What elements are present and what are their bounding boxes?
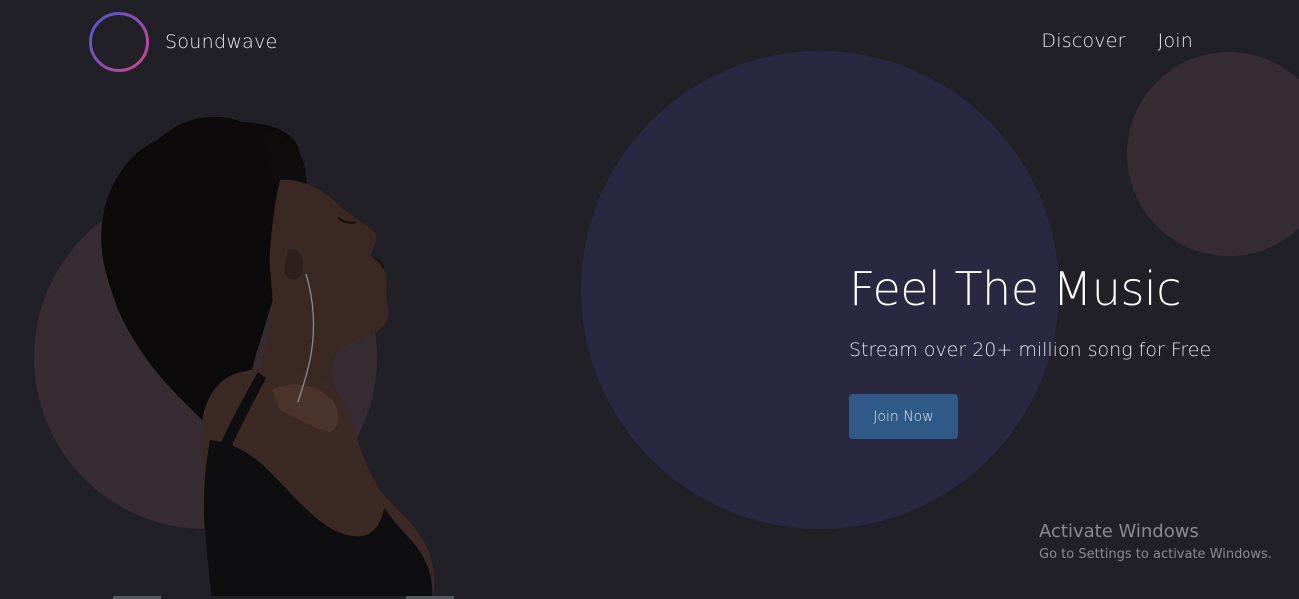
hero-subtitle: Stream over 20+ million song for Free [849, 339, 1212, 361]
hero-portrait-illustration [101, 116, 435, 599]
hero-section: Feel The Music Stream over 20+ million s… [849, 262, 1269, 439]
windows-activation-watermark: Activate Windows Go to Settings to activ… [1039, 520, 1272, 565]
soundwave-logo-icon [89, 12, 149, 72]
watermark-title: Activate Windows [1039, 521, 1199, 542]
brand-home-link[interactable]: Soundwave [88, 11, 278, 73]
site-header: Soundwave Discover Join [0, 0, 1299, 86]
brand-name: Soundwave [165, 31, 278, 53]
nav-link-join[interactable]: Join [1158, 30, 1193, 52]
landing-page: Soundwave Discover Join Feel The Music S… [0, 0, 1299, 599]
watermark-subtitle: Go to Settings to activate Windows. [1039, 547, 1272, 562]
hero-title: Feel The Music [849, 262, 1182, 316]
nav-link-discover[interactable]: Discover [1041, 30, 1125, 52]
main-nav: Discover Join [1041, 30, 1193, 52]
join-now-button[interactable]: Join Now [849, 394, 958, 439]
